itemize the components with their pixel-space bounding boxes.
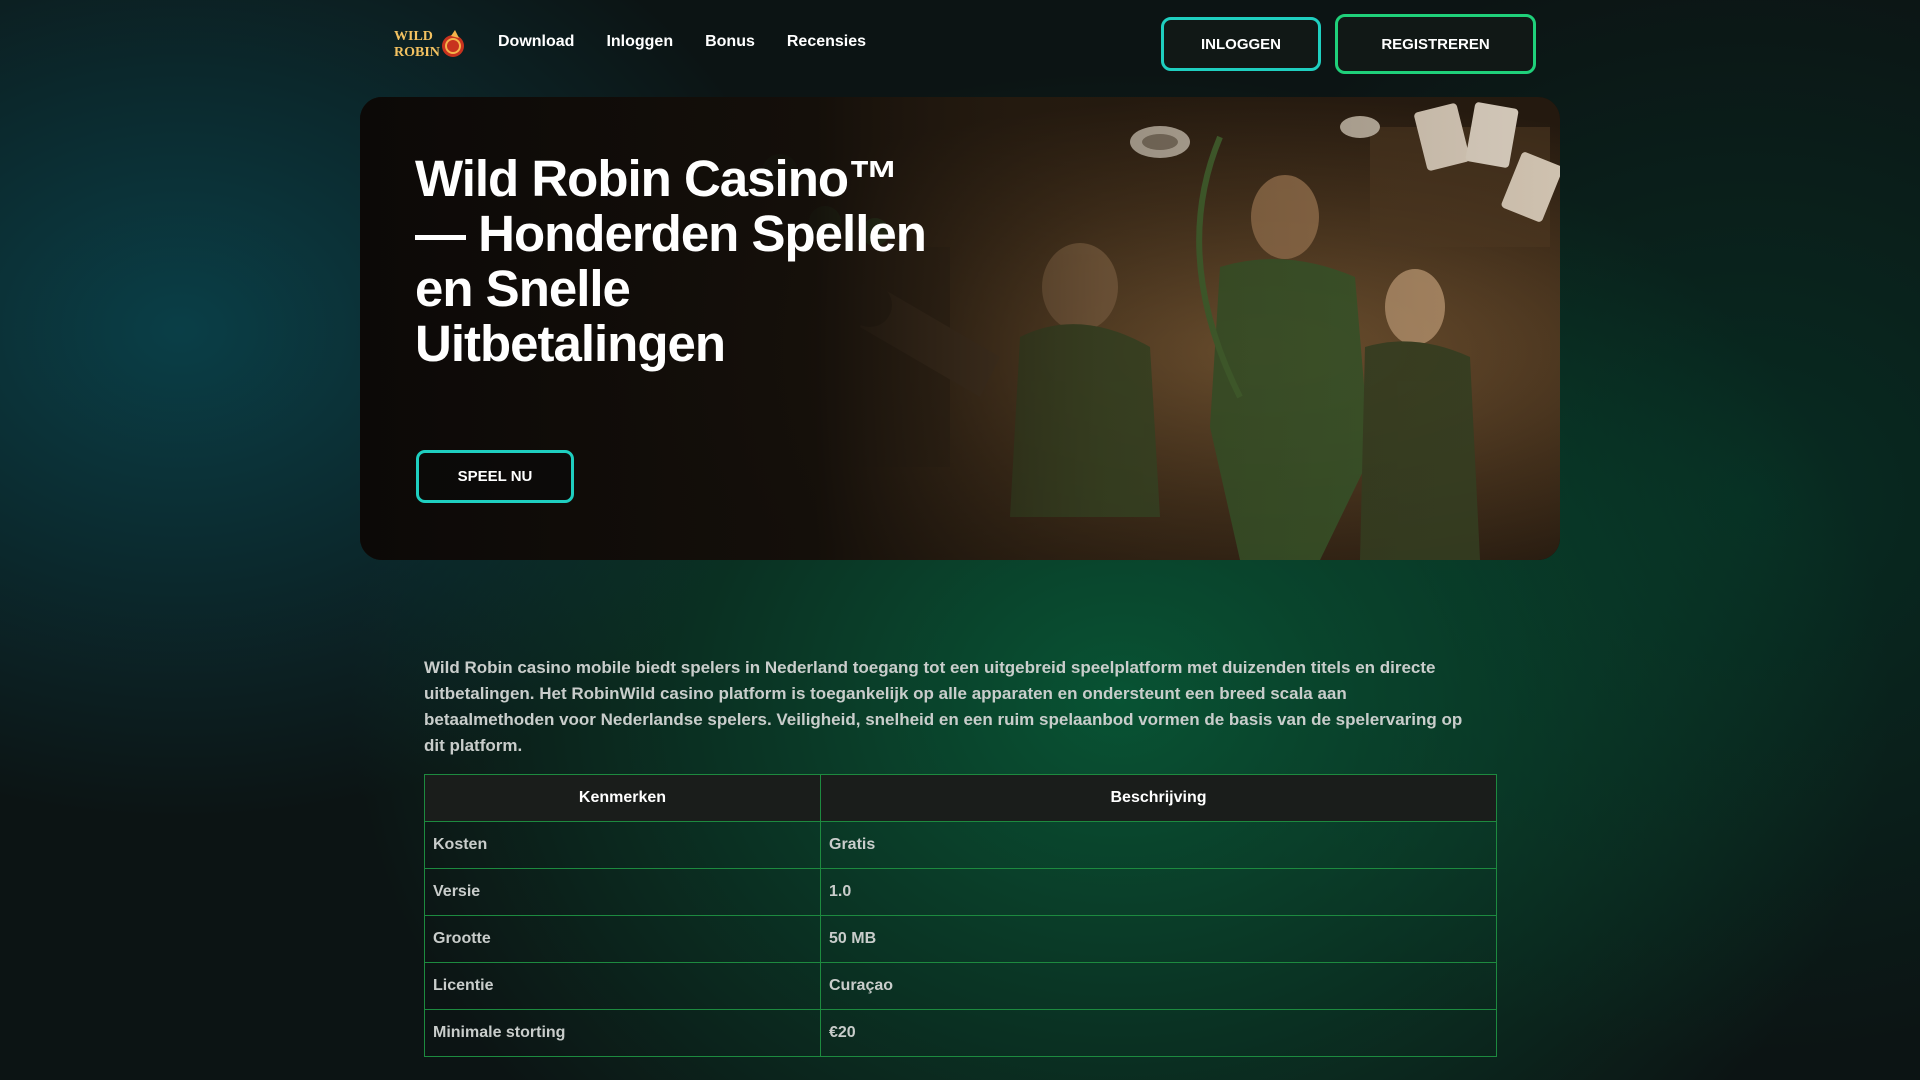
table-header-description: Beschrijving <box>820 774 1497 822</box>
table-row: Kosten Gratis <box>424 821 1497 869</box>
play-now-button[interactable]: SPEEL NU <box>416 450 574 503</box>
table-cell-value: 1.0 <box>820 868 1497 916</box>
logo-word-2: ROBIN <box>394 45 440 60</box>
table-cell-feature: Grootte <box>424 915 821 963</box>
site-header: WILD ROBIN Download Inloggen Bonus Recen… <box>0 0 1920 86</box>
table-cell-value: Gratis <box>820 821 1497 869</box>
nav-download[interactable]: Download <box>498 30 574 54</box>
table-cell-value: €20 <box>820 1009 1497 1057</box>
logo-graphic: WILD ROBIN <box>394 29 464 60</box>
table-row: Versie 1.0 <box>424 868 1497 916</box>
main-nav: Download Inloggen Bonus Recensies <box>498 30 866 54</box>
logo-word-1: WILD <box>394 29 433 44</box>
table-cell-feature: Versie <box>424 868 821 916</box>
nav-inloggen[interactable]: Inloggen <box>606 30 673 54</box>
hero-title: Wild Robin Casino™ — Honderden Spellen e… <box>415 150 927 372</box>
nav-recensies[interactable]: Recensies <box>787 30 866 54</box>
features-table: Kenmerken Beschrijving Kosten Gratis Ver… <box>424 774 1497 1057</box>
nav-bonus[interactable]: Bonus <box>705 30 755 54</box>
table-cell-feature: Licentie <box>424 962 821 1010</box>
table-cell-feature: Kosten <box>424 821 821 869</box>
register-button[interactable]: REGISTREREN <box>1335 14 1536 74</box>
table-cell-value: Curaçao <box>820 962 1497 1010</box>
hero-banner: Wild Robin Casino™ — Honderden Spellen e… <box>360 97 1560 560</box>
table-header-row: Kenmerken Beschrijving <box>424 774 1497 822</box>
table-row: Grootte 50 MB <box>424 915 1497 963</box>
login-button[interactable]: INLOGGEN <box>1161 17 1321 71</box>
table-cell-value: 50 MB <box>820 915 1497 963</box>
table-header-features: Kenmerken <box>424 774 821 822</box>
table-cell-feature: Minimale storting <box>424 1009 821 1057</box>
table-row: Licentie Curaçao <box>424 962 1497 1010</box>
wild-robin-logo[interactable]: WILD ROBIN <box>393 26 467 60</box>
intro-paragraph: Wild Robin casino mobile biedt spelers i… <box>424 658 1463 755</box>
table-row: Minimale storting €20 <box>424 1009 1497 1057</box>
